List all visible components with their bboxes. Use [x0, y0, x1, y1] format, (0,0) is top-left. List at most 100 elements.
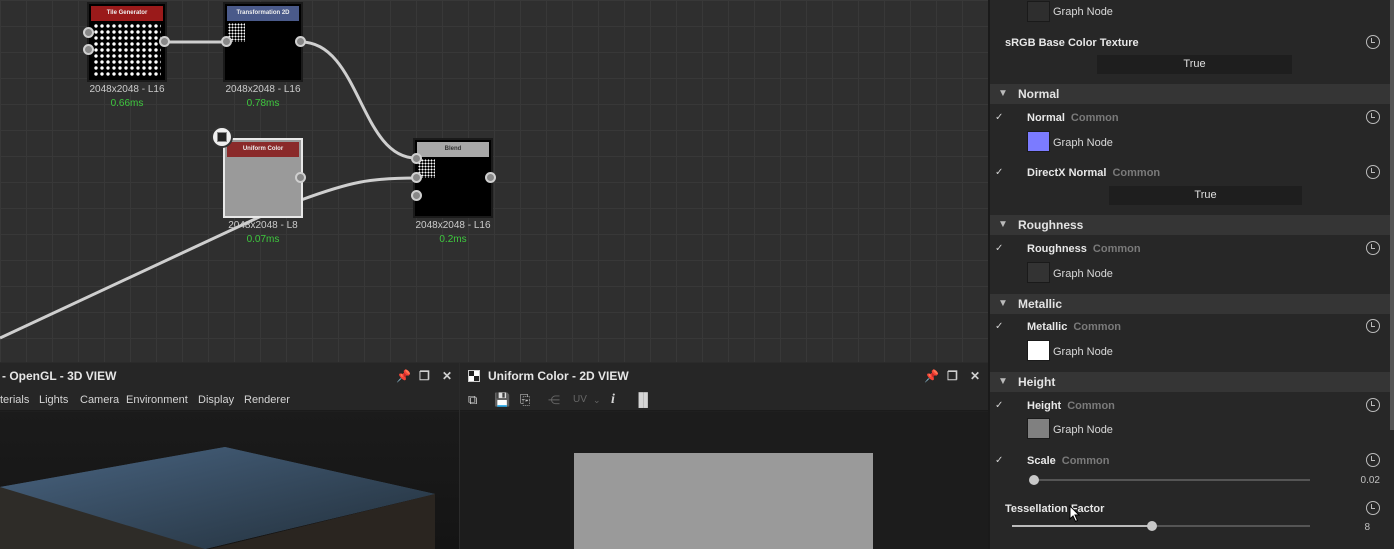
node-graph[interactable]: Tile Generator 2048x2048 - L16 0.66ms Tr… — [0, 0, 988, 362]
output-pin[interactable] — [159, 36, 170, 47]
node-timing: 0.66ms — [110, 98, 144, 109]
roughness-swatch[interactable] — [1027, 262, 1050, 283]
node-badge-icon[interactable] — [211, 126, 233, 148]
check-icon[interactable]: ✓ — [995, 400, 1003, 411]
tessellation-slider-handle[interactable] — [1147, 521, 1158, 531]
input-pin[interactable] — [411, 153, 422, 164]
histogram-icon[interactable]: ▐▌ — [634, 389, 652, 411]
view-3d-viewport[interactable] — [0, 412, 459, 549]
scale-slider-handle[interactable] — [1029, 475, 1039, 485]
graph-node-label: Graph Node — [1053, 424, 1113, 436]
output-pin[interactable] — [295, 36, 306, 47]
node-timing: 0.78ms — [246, 98, 280, 109]
output-pin[interactable] — [485, 172, 496, 183]
check-icon[interactable]: ✓ — [995, 321, 1003, 332]
maximize-icon[interactable]: ❐ — [419, 363, 430, 389]
reset-icon[interactable] — [1366, 110, 1380, 124]
view-3d-menubar: terials Lights Camera Environment Displa… — [0, 389, 459, 411]
view-3d-panel: - OpenGL - 3D VIEW 📌 ❐ ✕ terials Lights … — [0, 363, 459, 549]
chevron-down-icon: ▼ — [998, 219, 1008, 230]
graph-node-label: Graph Node — [1053, 137, 1113, 149]
node-resolution: 2048x2048 - L16 — [89, 84, 165, 95]
view-2d-panel: Uniform Color - 2D VIEW 📌 ❐ ✕ ⧉ 💾 ⎘ ⋲ UV… — [460, 363, 988, 549]
check-icon[interactable]: ✓ — [995, 167, 1003, 178]
scale-value[interactable]: 0.02 — [1330, 475, 1380, 486]
node-title: Uniform Color — [227, 142, 299, 157]
node-resolution: 2048x2048 - L16 — [225, 84, 301, 95]
input-pin[interactable] — [411, 190, 422, 201]
tessellation-slider-fill — [1012, 525, 1153, 527]
node-thumbnail[interactable]: Uniform Color — [223, 138, 303, 218]
graph-node-label: Graph Node — [1053, 6, 1113, 18]
section-metallic[interactable]: ▼ Metallic — [990, 294, 1392, 314]
save-icon[interactable]: 💾 — [494, 389, 510, 411]
check-icon[interactable]: ✓ — [995, 112, 1003, 123]
export-icon[interactable]: ⧉ — [468, 389, 477, 411]
reset-icon[interactable] — [1366, 35, 1380, 49]
node-resolution: 2048x2048 - L16 — [415, 220, 491, 231]
graph-node-label: Graph Node — [1053, 268, 1113, 280]
menu-lights[interactable]: Lights — [39, 389, 68, 411]
output-pin[interactable] — [295, 172, 306, 183]
reset-icon[interactable] — [1366, 241, 1380, 255]
directx-toggle[interactable]: True — [1109, 186, 1302, 205]
section-title: Normal — [1018, 87, 1060, 101]
pin-icon[interactable]: 📌 — [924, 363, 939, 389]
node-thumbnail[interactable]: Transformation 2D — [223, 2, 303, 82]
graph-node-label: Graph Node — [1053, 346, 1113, 358]
height-swatch[interactable] — [1027, 418, 1050, 439]
reset-icon[interactable] — [1366, 398, 1380, 412]
scale-slider-track[interactable] — [1032, 479, 1310, 481]
maximize-icon[interactable]: ❐ — [947, 363, 958, 389]
check-icon[interactable]: ✓ — [995, 455, 1003, 466]
input-pin[interactable] — [83, 27, 94, 38]
section-title: Metallic — [1018, 297, 1063, 311]
close-icon[interactable]: ✕ — [442, 363, 452, 389]
menu-materials[interactable]: terials — [0, 389, 29, 411]
node-thumbnail[interactable]: Tile Generator — [87, 2, 167, 82]
share-icon[interactable]: ⋲ — [548, 389, 560, 411]
reset-icon[interactable] — [1366, 319, 1380, 333]
wire-uniform-to-blend — [300, 176, 417, 202]
node-thumbnail[interactable]: Blend — [413, 138, 493, 218]
view-2d-toolbar: ⧉ 💾 ⎘ ⋲ UV ⌄ i ▐▌ — [460, 389, 988, 411]
pin-icon[interactable]: 📌 — [396, 363, 411, 389]
view-2d-viewport[interactable] — [460, 412, 988, 549]
menu-camera[interactable]: Camera — [80, 389, 119, 411]
normal-swatch[interactable] — [1027, 131, 1050, 152]
uv-dropdown[interactable]: UV — [573, 389, 587, 411]
copy-icon[interactable]: ⎘ — [520, 389, 530, 411]
menu-renderer[interactable]: Renderer — [244, 389, 290, 411]
height-label: Height Common — [1027, 400, 1115, 412]
tessellation-value[interactable]: 8 — [1330, 522, 1370, 533]
chevron-down-icon[interactable]: ⌄ — [593, 389, 601, 411]
srgb-toggle[interactable]: True — [1097, 55, 1292, 74]
close-icon[interactable]: ✕ — [970, 363, 980, 389]
base-color-swatch[interactable] — [1027, 1, 1050, 22]
reset-icon[interactable] — [1366, 501, 1380, 515]
section-normal[interactable]: ▼ Normal — [990, 84, 1392, 104]
section-title: Height — [1018, 375, 1056, 389]
properties-scrollbar[interactable] — [1390, 0, 1394, 430]
chevron-down-icon: ▼ — [998, 88, 1008, 99]
node-resolution: 2048x2048 - L8 — [228, 220, 298, 231]
view-3d-title: - OpenGL - 3D VIEW — [2, 369, 117, 383]
reset-icon[interactable] — [1366, 165, 1380, 179]
input-pin[interactable] — [83, 44, 94, 55]
check-icon[interactable]: ✓ — [995, 243, 1003, 254]
node-title: Tile Generator — [91, 6, 163, 21]
info-icon[interactable]: i — [611, 389, 615, 411]
reset-icon[interactable] — [1366, 453, 1380, 467]
menu-environment[interactable]: Environment — [126, 389, 188, 411]
normal-label: Normal Common — [1027, 112, 1119, 124]
input-pin[interactable] — [221, 36, 232, 47]
view-2d-title: Uniform Color - 2D VIEW — [488, 369, 629, 383]
app-root: Tile Generator 2048x2048 - L16 0.66ms Tr… — [0, 0, 1394, 549]
input-pin[interactable] — [411, 172, 422, 183]
menu-display[interactable]: Display — [198, 389, 234, 411]
mouse-cursor-icon — [1069, 505, 1081, 523]
section-roughness[interactable]: ▼ Roughness — [990, 215, 1392, 235]
tile-pattern-preview — [93, 23, 161, 76]
metallic-swatch[interactable] — [1027, 340, 1050, 361]
section-height[interactable]: ▼ Height — [990, 372, 1392, 392]
